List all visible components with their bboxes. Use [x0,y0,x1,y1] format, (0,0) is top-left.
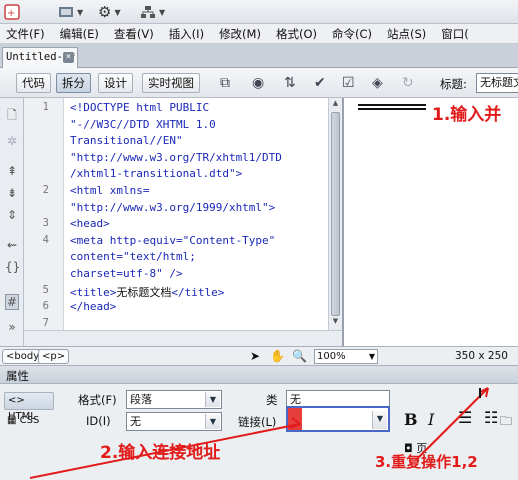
select-parent-tag-icon[interactable]: ⇜ [5,238,19,252]
scroll-up-icon[interactable]: ▲ [330,99,341,111]
annotation-step3: 3.重复操作1,2 [375,453,478,471]
code-line: </head> [70,300,117,314]
close-icon[interactable]: × [63,52,74,63]
menu-edit[interactable]: 编辑(E) [54,24,108,44]
code-line: Transitional//EN" [70,134,183,148]
zoom-select[interactable]: 100% ▼ [314,349,378,364]
menu-commands[interactable]: 命令(C) [326,24,381,44]
design-view[interactable]: 1.输入并 [342,98,518,346]
balance-braces-icon[interactable]: {} [5,260,20,274]
code-line: "-//W3C//DTD XHTML 1.0 [70,117,216,131]
split-view-button[interactable]: 拆分 [56,73,91,93]
code-line: <html xmlns= [70,184,150,197]
scroll-thumb[interactable] [331,112,340,316]
line-number: 2 [42,184,49,196]
code-line: "http://www.w3.org/1999/xhtml"> [70,200,276,214]
chevron-down-icon: ▼ [368,352,375,361]
visual-aids-icon[interactable]: ◈ [372,75,383,91]
annotation-step1: 1.输入并 [432,105,502,125]
line-number: 5 [42,283,49,296]
code-view-button[interactable]: 代码 [16,73,51,93]
code-line: /xhtml1-transitional.dtd"> [70,167,243,181]
document-tab-bar: Untitled-2* × [0,44,518,68]
expand-all-icon[interactable]: ⇕ [5,208,19,222]
multiscreen-icon[interactable]: ⧉ [220,75,230,91]
svg-text:+: + [7,8,15,19]
code-token: </title> [171,285,225,299]
zoom-tool-icon[interactable]: 🔍 [292,349,307,363]
file-management-icon[interactable]: ⇅ [284,75,296,91]
browser-preview-icon[interactable]: ◉ [252,75,264,91]
line-numbers-icon[interactable]: # [5,294,19,310]
line-number: 6 [42,300,49,313]
line-number: 4 [42,233,49,246]
refresh-icon[interactable]: ↻ [402,75,414,91]
menu-bar: 文件(F) 编辑(E) 查看(V) 插入(I) 修改(M) 格式(O) 命令(C… [0,24,518,44]
code-line: "http://www.w3.org/TR/xhtml1/DTD [70,150,282,164]
dw-logo-icon[interactable]: + [4,4,22,20]
open-documents-icon[interactable]: 🗋 [5,106,19,127]
code-editor[interactable]: <!DOCTYPE html PUBLIC "-//W3C//DTD XHTML … [64,98,328,330]
line-number: 1 [42,101,49,113]
annotation-step2: 2.输入连接地址 [100,443,221,463]
site-icon[interactable]: ▼ [140,4,165,20]
validate-icon[interactable]: ✔ [314,75,326,91]
properties-panel: <> HTML ▦ CSS 格式(F) 段落 ▼ ID(I) 无 ▼ 类 无 链… [0,384,518,480]
code-line: <!DOCTYPE html PUBLIC [70,101,210,114]
menu-site[interactable]: 站点(S) [381,24,435,44]
line-number: 7 [42,316,49,329]
document-toolbar: 代码 拆分 设计 实时视图 ⧉ ◉ ⇅ ✔ ☑ ◈ ↻ 标题: 无标题文 [0,68,518,98]
code-line: charset=utf-8" /> [70,267,183,280]
scroll-down-icon[interactable]: ▼ [330,317,341,329]
code-vertical-scrollbar[interactable]: ▲ ▼ [328,98,342,330]
code-horizontal-scrollbar[interactable] [24,330,342,346]
collapse-tag-icon[interactable]: ⇞ [5,164,19,178]
live-view-button[interactable]: 实时视图 [142,73,200,93]
status-bar: <body> <p> ➤ ✋ 🔍 100% ▼ 350 x 250 [0,346,518,366]
check-page-icon[interactable]: ☑ [342,75,355,91]
hand-tool-icon[interactable]: ✋ [270,349,285,363]
menu-window[interactable]: 窗口( [435,24,478,44]
code-token: <title> [70,285,117,299]
design-view-button[interactable]: 设计 [98,73,133,93]
tag-selector-p[interactable]: <p> [38,349,70,364]
select-tool-icon[interactable]: ➤ [250,349,260,363]
line-number-gutter: 1 2 3 4 5 6 7 [24,98,64,330]
menu-view[interactable]: 查看(V) [108,24,163,44]
code-line: <head> [70,217,110,231]
menu-format[interactable]: 格式(O) [270,24,326,44]
menu-file[interactable]: 文件(F) [0,24,54,44]
collapse-selection-icon[interactable]: ⇟ [5,186,19,200]
code-line: <title>无标题文档</title> [70,284,224,300]
code-line: content="text/html; [70,250,196,264]
line-number: 3 [42,217,49,230]
properties-panel-header[interactable]: 属性 [0,366,518,384]
zoom-value: 100% [317,351,346,362]
menu-insert[interactable]: 插入(I) [163,24,213,44]
code-token: 无标题文档 [116,285,172,299]
more-tools-icon[interactable]: » [5,320,19,334]
window-size[interactable]: 350 x 250 [455,350,508,362]
properties-title: 属性 [6,369,29,383]
gear-icon[interactable]: ⚙ ▼ [98,3,121,21]
coding-toolbar: 🗋 ✲ ⇞ ⇟ ⇕ ⇜ {} # » [0,98,24,346]
code-line: <meta http-equiv="Content-Type" [70,233,276,247]
layout-icon[interactable]: ▼ [58,4,83,20]
selected-text-marker [358,104,426,110]
title-label: 标题: [440,77,467,91]
title-input[interactable]: 无标题文 [476,73,518,93]
application-toolbar: + ▼ ⚙ ▼ ▼ [0,0,518,24]
menu-modify[interactable]: 修改(M) [213,24,270,44]
show-code-navigator-icon[interactable]: ✲ [5,134,19,148]
document-tab[interactable]: Untitled-2* × [2,47,78,68]
